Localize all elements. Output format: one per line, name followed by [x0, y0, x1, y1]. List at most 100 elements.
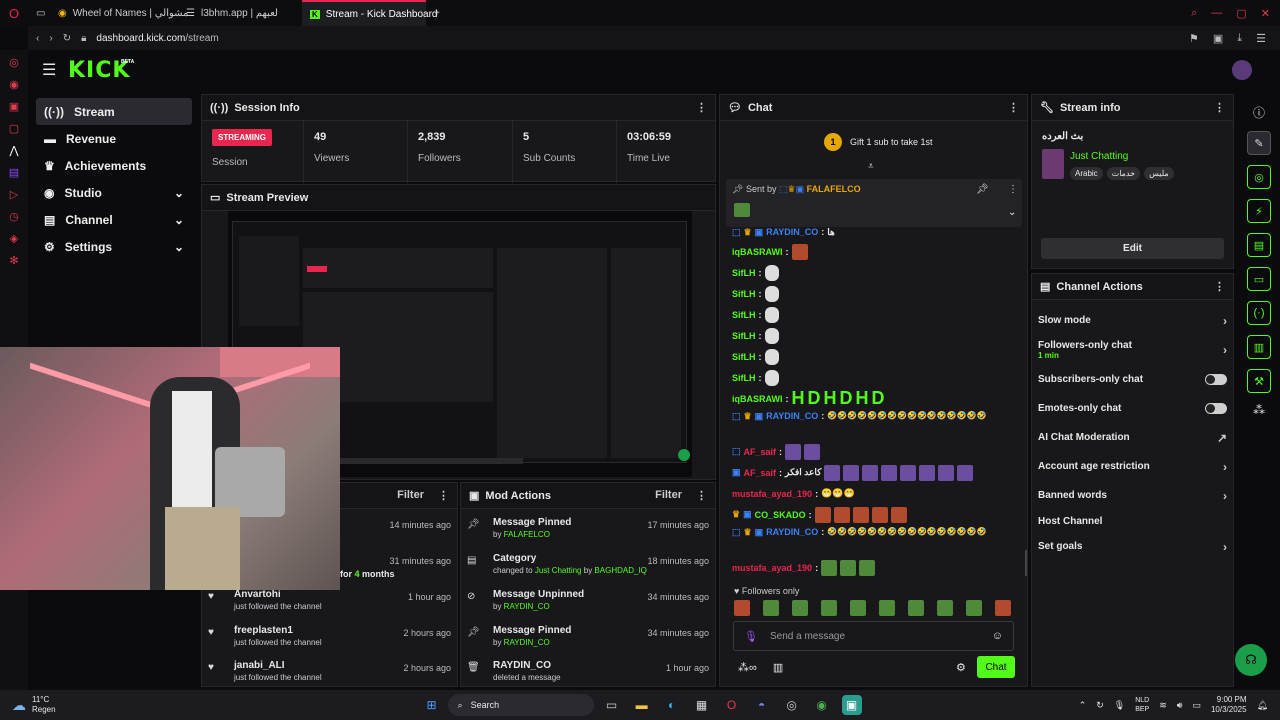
discord-icon[interactable]: ◉	[9, 78, 19, 92]
emote-picker-icon[interactable]: ⁂∞	[738, 661, 757, 674]
workspaces-icon[interactable]: ▭	[28, 0, 50, 26]
microphone-icon[interactable]: 🎙︎	[744, 630, 758, 643]
nav-item-settings[interactable]: ⚙ Settings ⌄	[36, 233, 192, 260]
nav-item-achievements[interactable]: ♛ Achievements	[36, 152, 192, 179]
emote-button[interactable]	[879, 600, 895, 616]
nav-item-studio[interactable]: ◉ Studio ⌄	[36, 179, 192, 206]
subscribers-only-toggle[interactable]	[1205, 374, 1227, 385]
extensions-icon[interactable]: ◈	[10, 232, 18, 246]
new-tab-button[interactable]: +	[426, 0, 448, 26]
chat-username[interactable]: SifLH	[732, 289, 756, 299]
chat-username[interactable]: RAYDIN_CO	[766, 409, 818, 423]
more-options-icon[interactable]: ⋮	[1008, 101, 1019, 114]
url-field[interactable]: dashboard.kick.com/stream	[96, 33, 218, 44]
hamburger-menu-icon[interactable]: ☰	[42, 60, 56, 80]
emoji-icon[interactable]: ☺	[992, 630, 1003, 642]
tray-overflow-icon[interactable]: ⌃	[1079, 700, 1087, 711]
wrench-icon[interactable]: ⚒	[1247, 369, 1271, 393]
stream-tag[interactable]: مليس	[1144, 167, 1174, 180]
chat-settings-icon[interactable]: ⚙	[956, 661, 966, 674]
pin-icon[interactable]: 📌︎	[976, 184, 989, 195]
broadcast-icon[interactable]: (·)	[1247, 301, 1271, 325]
emote-button[interactable]	[763, 600, 779, 616]
chat-input[interactable]: 🎙︎ Send a message ☺	[733, 621, 1014, 651]
kick-app-icon[interactable]: ⋀	[9, 144, 18, 158]
stream-tag[interactable]: خدمات	[1106, 167, 1141, 180]
more-options-icon[interactable]: ⋮	[1214, 101, 1225, 114]
twitch-icon[interactable]: ▤	[9, 166, 19, 180]
windows-start-icon[interactable]: ⊞	[422, 695, 442, 715]
settings-icon[interactable]: ✻	[9, 254, 18, 268]
more-options-icon[interactable]: ⋮	[1008, 184, 1018, 195]
emote-button[interactable]	[937, 600, 953, 616]
stream-category[interactable]: Just Chatting	[1070, 151, 1128, 162]
chat-username[interactable]: iqBASRAWI	[732, 394, 783, 404]
wifi-icon[interactable]: ≋	[1159, 700, 1167, 711]
emote-button[interactable]	[734, 600, 750, 616]
speaker-icon[interactable]: 🔊︎	[1177, 700, 1183, 711]
search-tabs-icon[interactable]: ⌕	[1191, 7, 1197, 20]
emotes-only-toggle[interactable]	[1205, 403, 1227, 414]
chat-scrollbar[interactable]	[1025, 550, 1027, 576]
chat-username[interactable]: AF_saif	[744, 447, 777, 457]
messenger-icon[interactable]: ▣	[9, 100, 19, 114]
close-icon[interactable]: ✕	[1261, 7, 1270, 20]
action-account-age[interactable]: Account age restriction ›	[1032, 452, 1233, 481]
emote-button[interactable]	[995, 600, 1011, 616]
store-icon[interactable]: ▦	[692, 695, 712, 715]
edge-icon[interactable]: ◐	[662, 695, 682, 715]
action-host-channel[interactable]: Host Channel	[1032, 510, 1233, 532]
tab-kick-dashboard[interactable]: K Stream - Kick Dashboard	[302, 0, 438, 26]
chat-username[interactable]: SifLH	[732, 373, 756, 383]
edit-layout-icon[interactable]: ✎	[1247, 131, 1271, 155]
action-ai-moderation[interactable]: AI Chat Moderation ↗	[1032, 423, 1233, 452]
action-banned-words[interactable]: Banned words ›	[1032, 481, 1233, 510]
emote-button[interactable]	[792, 600, 808, 616]
clock[interactable]: 9:00 PM 10/3/2025	[1211, 695, 1247, 715]
snapshot-icon[interactable]: ▣	[1213, 32, 1223, 45]
chat-username[interactable]: SifLH	[732, 268, 756, 278]
tab-l3bhm[interactable]: ☰ l3bhm.app | لعبهم	[178, 0, 302, 26]
language-indicator[interactable]: NLD BEP	[1135, 696, 1149, 714]
support-headset-icon[interactable]: ☊	[1235, 644, 1267, 676]
scan-icon[interactable]: ◎	[1247, 165, 1271, 189]
info-icon[interactable]: ⓘ	[1253, 104, 1265, 121]
back-icon[interactable]: ‹	[36, 33, 39, 44]
discord-icon[interactable]: ◓	[752, 695, 772, 715]
chrome-icon[interactable]: ◉	[812, 695, 832, 715]
nav-item-channel[interactable]: ▤ Channel ⌄	[36, 206, 192, 233]
store-icon[interactable]: ▥	[773, 661, 783, 674]
tab-wheel-of-names[interactable]: ◉ Wheel of Names | مشوالي	[50, 0, 188, 26]
forward-icon[interactable]: ›	[49, 33, 52, 44]
battery-icon[interactable]: ▭	[1192, 700, 1201, 711]
weather-cloud-icon[interactable]: ☁	[12, 697, 26, 714]
steam-icon[interactable]: ◎	[782, 695, 802, 715]
aria-icon[interactable]: ◎	[9, 56, 19, 70]
chat-username[interactable]: SifLH	[732, 331, 756, 341]
scroll-down-icon[interactable]: ⩡	[868, 161, 874, 172]
reload-icon[interactable]: ↻	[63, 33, 71, 44]
stream-tag[interactable]: Arabic	[1070, 167, 1103, 180]
chat-username[interactable]: mustafa_ayad_190	[732, 563, 812, 573]
microphone-icon[interactable]: 🎙︎	[1114, 700, 1125, 711]
chat-username[interactable]: mustafa_ayad_190	[732, 489, 812, 499]
notifications-icon[interactable]: 🔔︎	[1257, 700, 1268, 711]
task-view-icon[interactable]: ▭	[602, 695, 622, 715]
nav-item-revenue[interactable]: ▬ Revenue	[36, 125, 192, 152]
document-icon[interactable]: ▤	[1247, 233, 1271, 257]
more-options-icon[interactable]: ⋮	[696, 489, 707, 502]
more-options-icon[interactable]: ⋮	[1214, 280, 1225, 293]
nav-item-stream[interactable]: ((·)) Stream	[36, 98, 192, 125]
history-icon[interactable]: ◷	[9, 210, 19, 224]
more-options-icon[interactable]: ⋮	[696, 101, 707, 114]
emote-button[interactable]	[850, 600, 866, 616]
emote-button[interactable]	[908, 600, 924, 616]
taskbar-search[interactable]: ⌕ Search	[447, 694, 594, 716]
instagram-icon[interactable]: ▢	[9, 122, 19, 136]
minimize-icon[interactable]: —	[1211, 7, 1222, 20]
apps-icon[interactable]: ⁂	[1253, 403, 1265, 417]
chat-username[interactable]: RAYDIN_CO	[766, 525, 818, 539]
chat-username[interactable]: CO_SKADO	[755, 510, 806, 520]
action-slow-mode[interactable]: Slow mode ›	[1032, 306, 1233, 335]
chat-username[interactable]: SifLH	[732, 310, 756, 320]
